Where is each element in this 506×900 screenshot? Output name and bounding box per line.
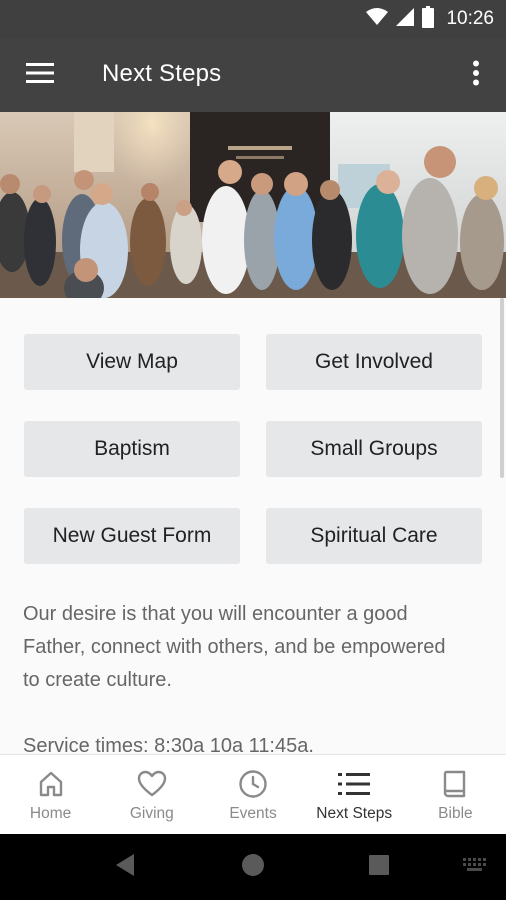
heart-icon (137, 768, 167, 800)
home-system-button[interactable] (238, 852, 268, 882)
page-title: Next Steps (102, 60, 222, 87)
spiritual-care-button[interactable]: Spiritual Care (266, 508, 482, 564)
baptism-button[interactable]: Baptism (24, 421, 240, 477)
keyboard-switch-button[interactable] (460, 852, 490, 882)
list-icon (338, 768, 371, 800)
nav-item-events[interactable]: Events (202, 755, 303, 834)
recents-button[interactable] (364, 852, 394, 882)
system-navigation-bar (0, 834, 506, 900)
view-map-button[interactable]: View Map (24, 334, 240, 390)
back-button[interactable] (110, 852, 140, 882)
description-text: Our desire is that you will encounter a … (23, 603, 446, 691)
home-circle-icon (241, 853, 265, 882)
more-vert-icon (472, 60, 480, 91)
keyboard-icon (462, 856, 488, 879)
nav-label-next-steps: Next Steps (316, 805, 393, 822)
nav-label-giving: Giving (129, 805, 174, 822)
nav-label-events: Events (229, 805, 277, 822)
clock-icon (238, 768, 268, 800)
hamburger-menu-icon (26, 62, 54, 89)
nav-label-bible: Bible (438, 805, 473, 822)
action-button-grid: View Map Get Involved Baptism Small Grou… (24, 334, 484, 564)
nav-item-next-steps[interactable]: Next Steps (304, 755, 405, 834)
nav-item-giving[interactable]: Giving (101, 755, 202, 834)
home-icon (37, 768, 65, 800)
status-bar: 10:26 (0, 0, 506, 38)
hero-image (0, 112, 506, 298)
book-icon (442, 768, 468, 800)
scrollbar[interactable] (500, 298, 504, 478)
new-guest-form-button[interactable]: New Guest Form (24, 508, 240, 564)
status-time: 10:26 (446, 8, 494, 29)
overflow-menu-button[interactable] (458, 53, 494, 97)
nav-label-home: Home (29, 805, 72, 822)
bottom-navigation: Home Giving Events Next Steps Bible (0, 754, 506, 834)
back-triangle-icon (114, 853, 136, 882)
wifi-icon (366, 7, 389, 31)
small-groups-button[interactable]: Small Groups (266, 421, 482, 477)
nav-item-bible[interactable]: Bible (405, 755, 506, 834)
battery-icon (422, 5, 435, 33)
get-involved-button[interactable]: Get Involved (266, 334, 482, 390)
nav-item-home[interactable]: Home (0, 755, 101, 834)
service-times-text: Service times: 8:30a 10a 11:45a. (23, 735, 314, 754)
recents-square-icon (368, 854, 390, 881)
menu-button[interactable] (16, 53, 64, 97)
screen: 10:26 Next Steps View Map Get Involved B… (0, 0, 506, 900)
hero-photo (0, 112, 506, 298)
status-icons: 10:26 (366, 5, 494, 33)
content-area: View Map Get Involved Baptism Small Grou… (0, 298, 506, 754)
app-bar: Next Steps (0, 38, 506, 112)
cellular-icon (396, 7, 415, 31)
